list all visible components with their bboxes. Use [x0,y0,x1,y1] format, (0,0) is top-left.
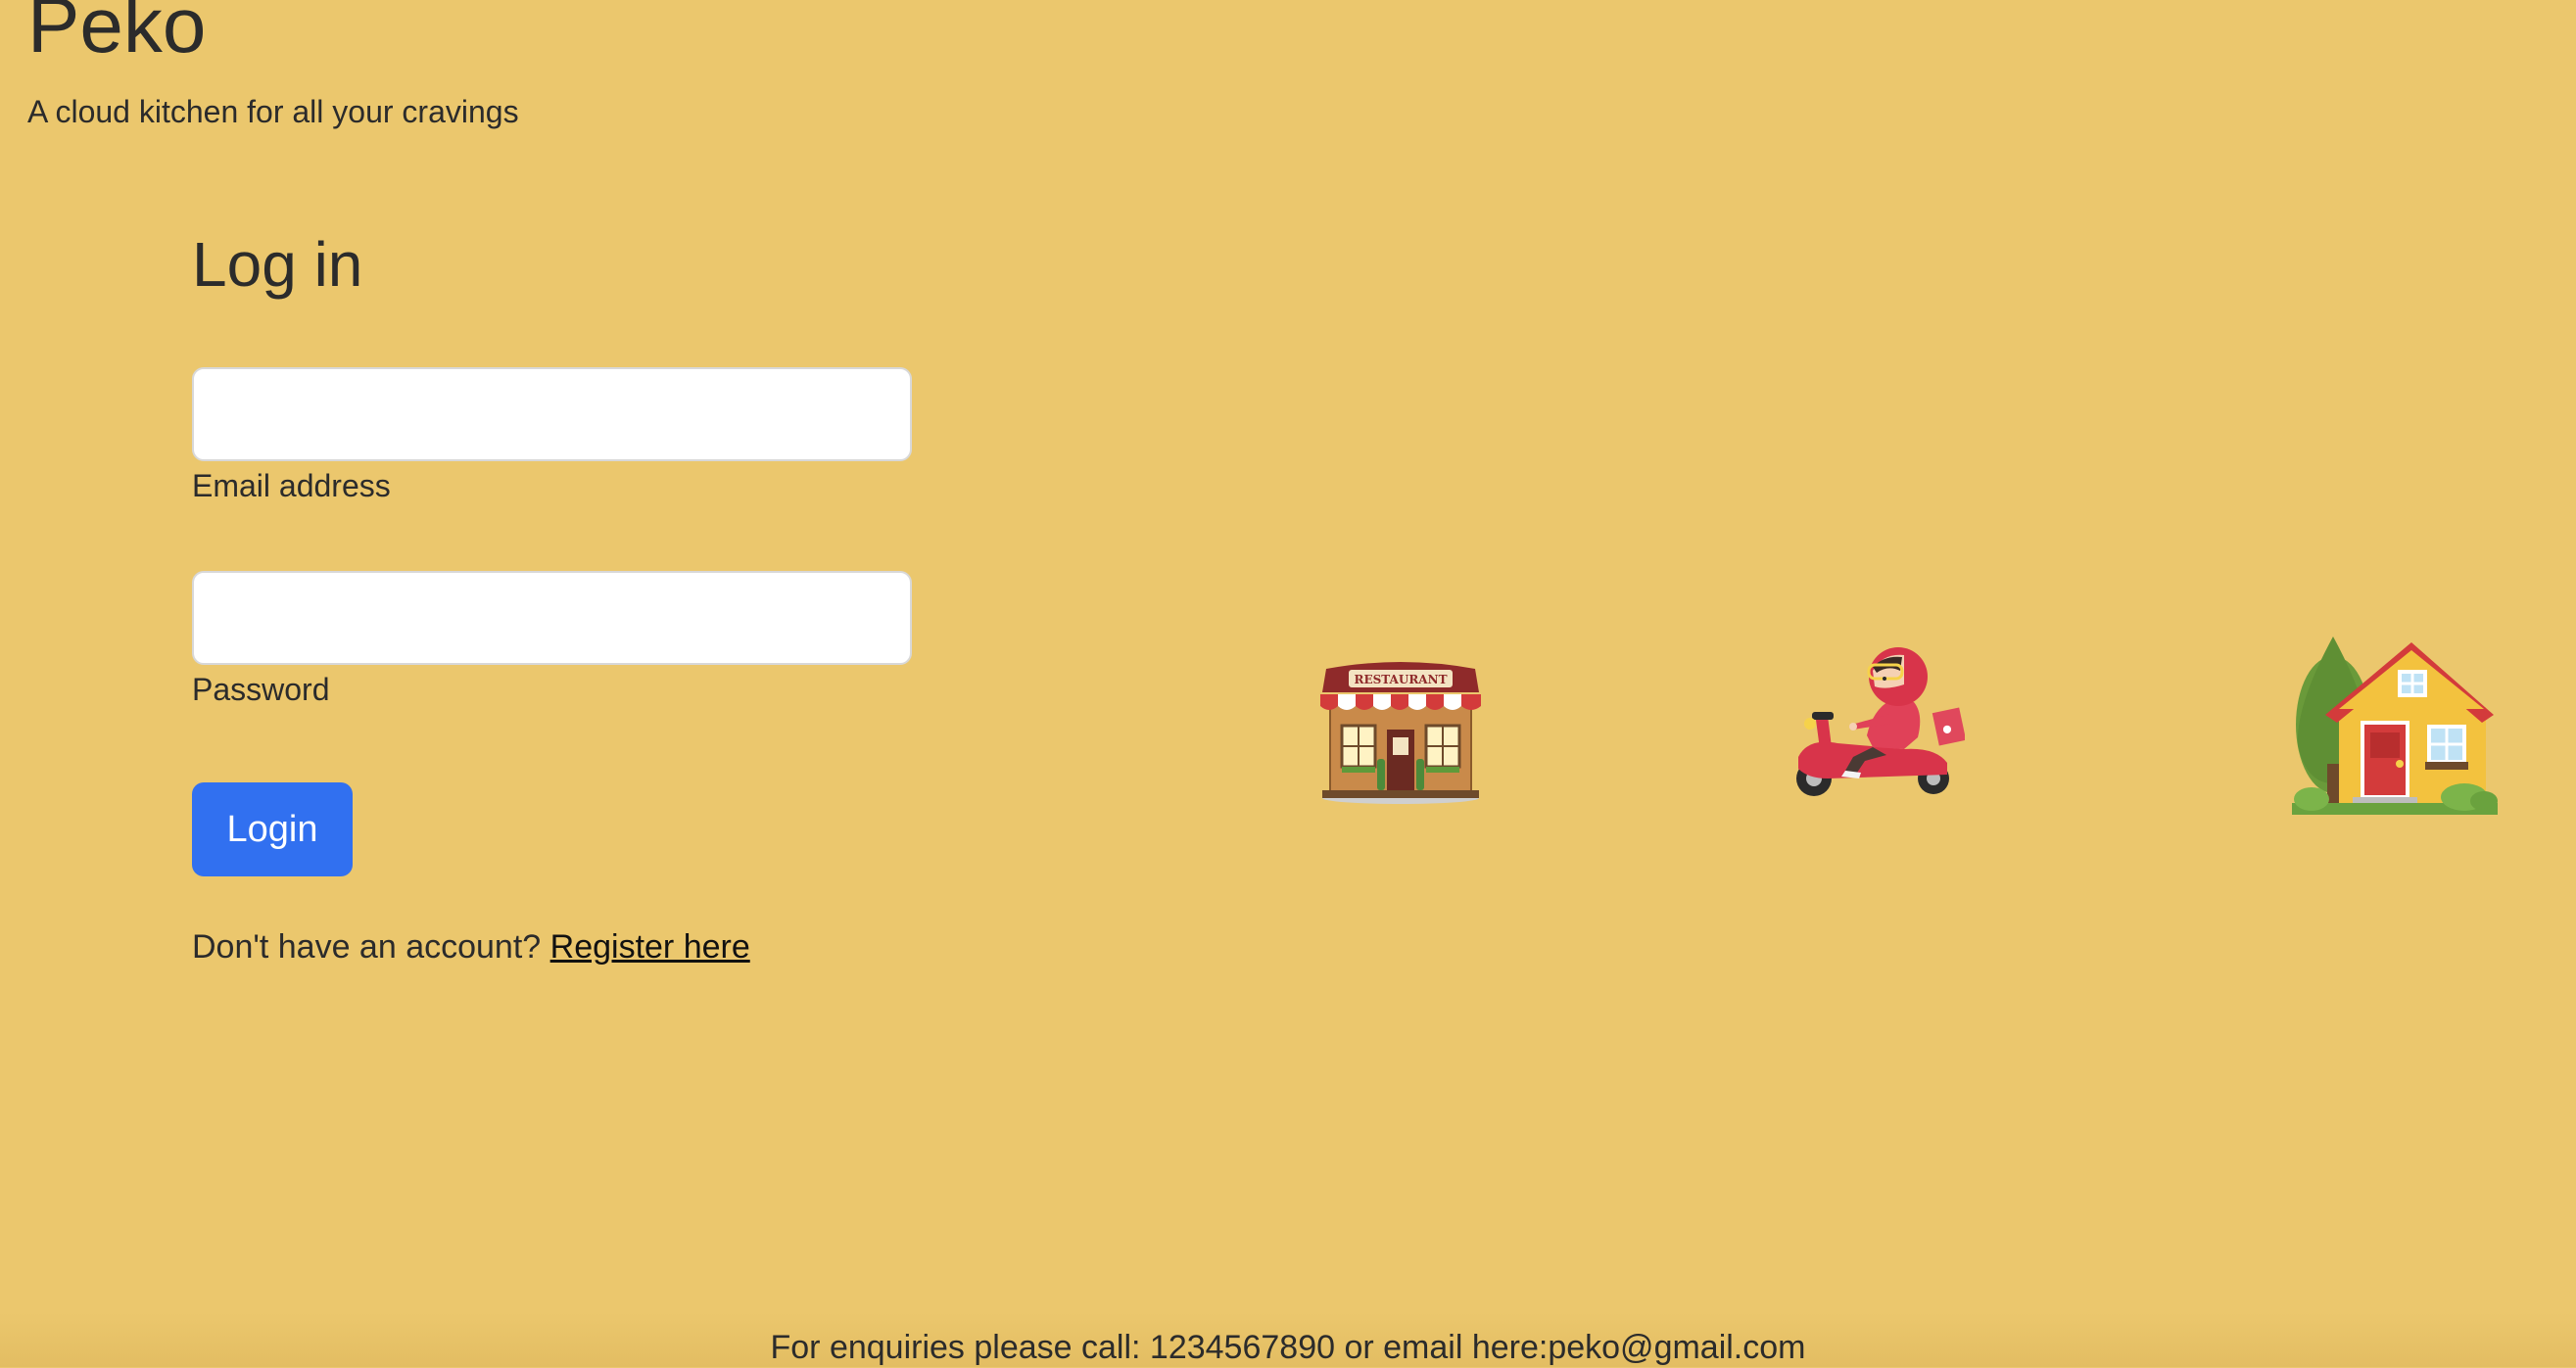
email-label: Email address [192,468,391,503]
restaurant-icon: RESTAURANT [1320,662,1481,804]
login-heading: Log in [192,229,363,300]
password-label: Password [192,672,330,707]
footer: For enquiries please call: 1234567890 or… [0,1312,2576,1367]
register-prompt-text: Don't have an account? [192,928,542,966]
brand-title: Peko [27,0,207,69]
footer-contact-text: For enquiries please call: 1234567890 or… [770,1329,1806,1366]
register-link[interactable]: Register here [550,928,750,966]
svg-text:⬤: ⬤ [1943,725,1952,733]
register-prompt-line: Don't have an account? Register here [192,927,750,967]
login-button[interactable]: Login [192,782,353,876]
brand-tagline: A cloud kitchen for all your cravings [27,94,519,129]
house-icon [2292,637,2498,815]
restaurant-sign-text: RESTAURANT [1354,673,1447,686]
email-input[interactable] [192,367,912,461]
password-input[interactable] [192,571,912,665]
delivery-scooter-icon: ⬤ [1796,647,1965,796]
